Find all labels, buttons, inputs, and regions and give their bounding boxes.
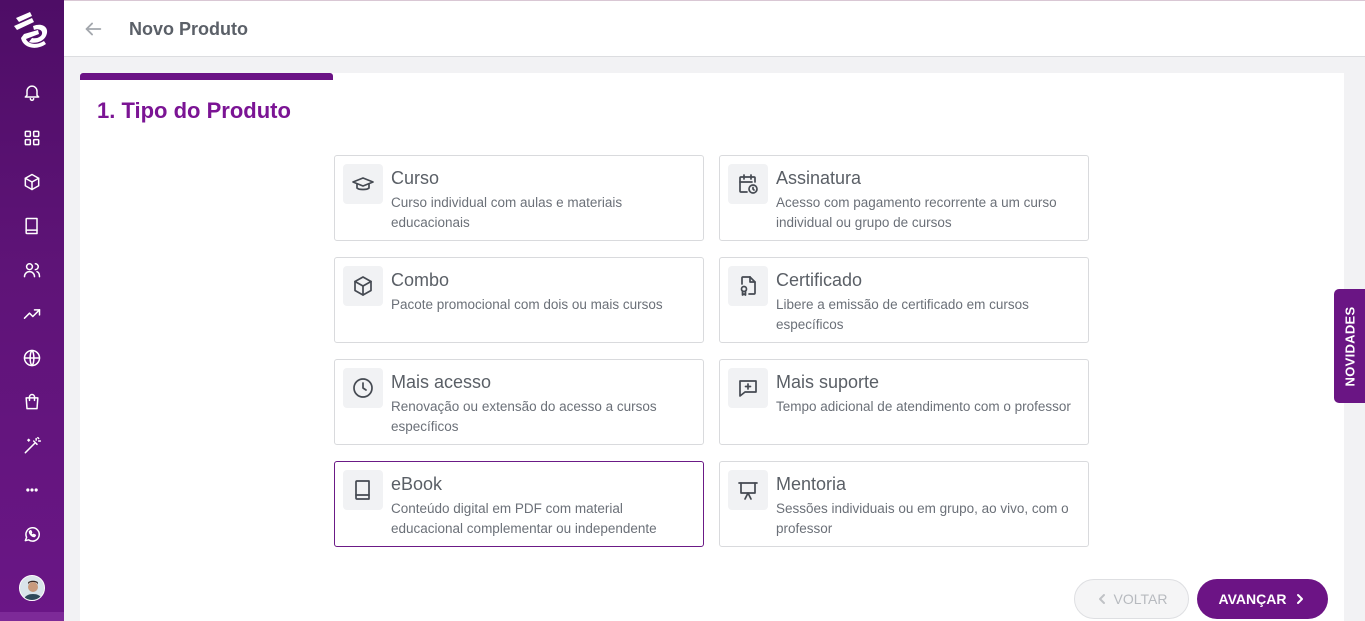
next-button-label: AVANÇAR	[1218, 591, 1287, 607]
chevron-right-icon	[1297, 594, 1304, 604]
card-description: Acesso com pagamento recorrente a um cur…	[776, 195, 1057, 230]
novidades-label: NOVIDADES	[1342, 306, 1357, 386]
globe-icon[interactable]	[20, 346, 44, 370]
product-type-certificado[interactable]: Certificado Libere a emissão de certific…	[719, 257, 1089, 343]
product-type-curso[interactable]: Curso Curso individual com aulas e mater…	[334, 155, 704, 241]
product-type-mentoria[interactable]: Mentoria Sessões individuais ou em grupo…	[719, 461, 1089, 547]
bell-icon[interactable]	[20, 80, 44, 104]
next-button[interactable]: AVANÇAR	[1197, 579, 1328, 619]
sidebar-footer-bar	[0, 612, 64, 621]
card-description: Renovação ou extensão do acesso a cursos…	[391, 399, 657, 434]
app-logo[interactable]	[10, 8, 54, 52]
product-wizard-panel: 1. Tipo do Produto Curso Curso individua…	[80, 73, 1344, 621]
card-title: Certificado	[776, 270, 863, 290]
dashboard-grid-icon[interactable]	[20, 126, 44, 150]
message-plus-icon	[728, 368, 768, 408]
back-button[interactable]: VOLTAR	[1074, 579, 1189, 619]
top-bar: Novo Produto	[64, 0, 1365, 57]
chevron-left-icon	[1098, 594, 1105, 604]
package-icon[interactable]	[20, 170, 44, 194]
card-title: Mentoria	[776, 474, 847, 494]
graduation-cap-icon	[343, 164, 383, 204]
card-title: Combo	[391, 270, 450, 290]
product-type-assinatura[interactable]: Assinatura Acesso com pagamento recorren…	[719, 155, 1089, 241]
calendar-clock-icon	[728, 164, 768, 204]
card-description: Libere a emissão de certificado em curso…	[776, 297, 1029, 332]
product-type-combo[interactable]: Combo Pacote promocional com dois ou mai…	[334, 257, 704, 343]
sidebar	[0, 0, 64, 621]
user-avatar[interactable]	[19, 575, 45, 601]
book-icon[interactable]	[20, 214, 44, 238]
whatsapp-icon[interactable]	[20, 522, 44, 546]
card-title: eBook	[391, 474, 443, 494]
card-title: Assinatura	[776, 168, 862, 188]
step-title: 1. Tipo do Produto	[97, 98, 291, 123]
product-type-mais-acesso[interactable]: Mais acesso Renovação ou extensão do ace…	[334, 359, 704, 445]
back-arrow-icon[interactable]	[82, 18, 104, 40]
certificate-icon	[728, 266, 768, 306]
trending-up-icon[interactable]	[20, 302, 44, 326]
more-icon[interactable]	[20, 478, 44, 502]
package-icon	[343, 266, 383, 306]
novidades-tab[interactable]: NOVIDADES	[1334, 289, 1365, 403]
product-type-mais-suporte[interactable]: Mais suporte Tempo adicional de atendime…	[719, 359, 1089, 445]
card-description: Curso individual com aulas e materiais e…	[391, 195, 623, 230]
card-title: Mais acesso	[391, 372, 492, 392]
back-button-label: VOLTAR	[1113, 591, 1168, 607]
book-icon	[343, 470, 383, 510]
shopping-bag-icon[interactable]	[20, 390, 44, 414]
presentation-icon	[728, 470, 768, 510]
card-description: Pacote promocional com dois ou mais curs…	[391, 297, 663, 312]
card-title: Curso	[391, 168, 440, 188]
step-progress-bar	[80, 73, 333, 80]
card-description: Tempo adicional de atendimento com o pro…	[776, 399, 1071, 414]
product-type-ebook[interactable]: eBook Conteúdo digital em PDF com materi…	[334, 461, 704, 547]
page-title: Novo Produto	[129, 19, 248, 39]
card-description: Conteúdo digital em PDF com material edu…	[391, 501, 657, 536]
clock-icon	[343, 368, 383, 408]
card-title: Mais suporte	[776, 372, 880, 392]
card-description: Sessões individuais ou em grupo, ao vivo…	[776, 501, 1069, 536]
magic-wand-icon[interactable]	[20, 434, 44, 458]
users-icon[interactable]	[20, 258, 44, 282]
